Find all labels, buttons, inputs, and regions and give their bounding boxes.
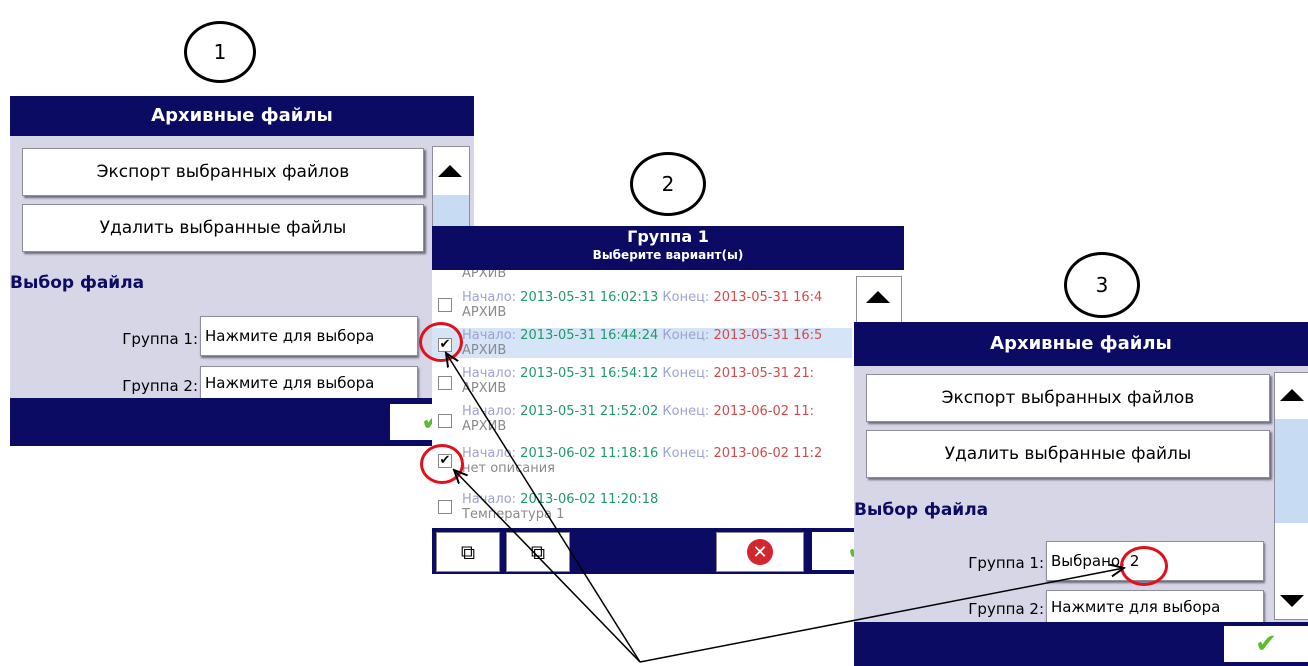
archive-list[interactable]: АРХИВ Начало: 2013-05-31 16:02:13 Конец:…	[432, 270, 852, 524]
dialog-titlebar: Группа 1 Выберите вариант(ы)	[432, 226, 904, 270]
group2-label: Группа 2:	[968, 600, 1044, 618]
highlight-ring	[419, 322, 463, 362]
group-select-dialog: Группа 1 Выберите вариант(ы) АРХИВ Начал…	[432, 226, 904, 574]
archive-files-panel-1: Архивные файлы Экспорт выбранных файлов …	[10, 96, 474, 446]
file-selection-heading: Выбор файла	[854, 500, 989, 520]
group2-select[interactable]: Нажмите для выбора	[1046, 590, 1264, 624]
group2-select[interactable]: Нажмите для выбора	[200, 366, 418, 400]
export-selected-button[interactable]: Экспорт выбранных файлов	[866, 374, 1270, 422]
list-item[interactable]: ✔ Начало: 2013-06-02 11:18:16 Конец: 201…	[432, 446, 852, 476]
ok-button[interactable]: ✔	[1224, 626, 1308, 662]
file-selection-heading: Выбор файла	[10, 273, 145, 293]
list-item[interactable]: ✔ Начало: 2013-05-31 16:44:24 Конец: 201…	[432, 328, 852, 358]
scroll-up-icon[interactable]	[1280, 389, 1304, 401]
select-all-button[interactable]: ⧉	[436, 532, 500, 572]
list-item[interactable]: Начало: 2013-06-02 11:20:18 Температура …	[432, 492, 852, 522]
archive-files-panel-3: Архивные файлы Экспорт выбранных файлов …	[854, 322, 1308, 666]
group1-select[interactable]: Нажмите для выбора	[200, 316, 418, 356]
list-item[interactable]: Начало: 2013-05-31 16:02:13 Конец: 2013-…	[432, 290, 852, 320]
dialog-footer: ⧉ ⧉ ✕ ✔	[432, 528, 904, 574]
checkbox[interactable]	[438, 414, 452, 428]
dialog-title: Группа 1	[627, 227, 709, 246]
panel1-footer: ✔	[10, 398, 474, 446]
highlight-ring	[420, 444, 464, 484]
step-3-marker: 3	[1064, 252, 1140, 318]
dialog-subtitle: Выберите вариант(ы)	[592, 248, 744, 262]
select-all-icon: ⧉	[460, 540, 476, 564]
scroll-down-icon[interactable]	[1280, 595, 1304, 607]
group1-label: Группа 1:	[122, 330, 198, 348]
cancel-button[interactable]: ✕	[716, 532, 804, 572]
list-item[interactable]: Начало: 2013-05-31 16:54:12 Конец: 2013-…	[432, 366, 852, 396]
delete-selected-button[interactable]: Удалить выбранные файлы	[22, 204, 424, 252]
step-1-marker: 1	[184, 21, 256, 83]
highlight-ring	[1120, 546, 1168, 586]
step-2-marker: 2	[630, 152, 706, 216]
panel3-footer: ✔	[854, 622, 1308, 666]
panel3-scrollbar[interactable]	[1274, 372, 1308, 620]
deselect-all-button[interactable]: ⧉	[506, 532, 570, 572]
check-icon: ✔	[1255, 629, 1277, 659]
checkbox[interactable]	[438, 500, 452, 514]
deselect-all-icon: ⧉	[530, 540, 546, 564]
scroll-track[interactable]	[1275, 419, 1308, 523]
export-selected-button[interactable]: Экспорт выбранных файлов	[22, 148, 424, 196]
scroll-up-icon[interactable]	[438, 165, 462, 177]
panel3-title: Архивные файлы	[854, 322, 1308, 366]
panel1-title: Архивные файлы	[10, 96, 474, 136]
cancel-icon: ✕	[747, 539, 773, 565]
delete-selected-button[interactable]: Удалить выбранные файлы	[866, 430, 1270, 478]
checkbox[interactable]	[438, 376, 452, 390]
group2-label: Группа 2:	[122, 377, 198, 395]
checkbox[interactable]	[438, 298, 452, 312]
list-item[interactable]: Начало: 2013-05-31 21:52:02 Конец: 2013-…	[432, 404, 852, 434]
list-item-partial: АРХИВ	[462, 270, 507, 281]
scroll-up-icon[interactable]	[866, 291, 890, 303]
group1-label: Группа 1:	[968, 554, 1044, 572]
